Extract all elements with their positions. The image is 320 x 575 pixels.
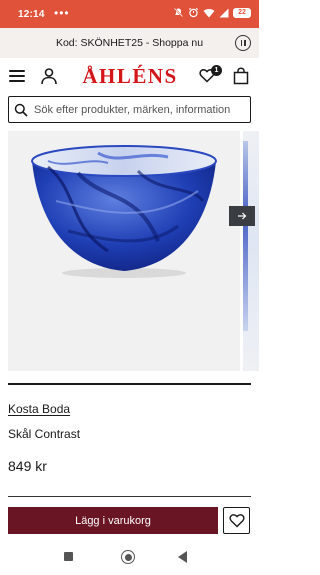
brand-link[interactable]: Kosta Boda bbox=[8, 402, 70, 416]
battery-icon: 22 bbox=[233, 7, 251, 18]
status-icons: 22 bbox=[173, 7, 251, 18]
search-input[interactable] bbox=[34, 103, 244, 116]
promo-banner[interactable]: Kod: SKÖNHET25 - Shoppa nu bbox=[0, 28, 259, 58]
alarm-icon bbox=[188, 7, 199, 18]
product-price: 849 kr bbox=[8, 458, 47, 474]
pause-icon[interactable] bbox=[235, 35, 251, 51]
status-bar: 12:14 ••• 22 bbox=[0, 0, 259, 28]
triangle-recent-icon[interactable] bbox=[178, 551, 187, 563]
signal-icon bbox=[219, 8, 229, 17]
section-divider bbox=[8, 496, 251, 497]
heart-icon bbox=[228, 514, 245, 528]
wishlist-badge: 1 bbox=[211, 65, 222, 76]
promo-text[interactable]: Kod: SKÖNHET25 - Shoppa nu bbox=[56, 37, 203, 49]
section-divider bbox=[8, 383, 251, 385]
product-image[interactable] bbox=[8, 131, 240, 371]
next-product-image[interactable] bbox=[243, 131, 259, 371]
wishlist-button[interactable] bbox=[223, 507, 250, 534]
bag-icon[interactable] bbox=[233, 67, 249, 85]
blue-bowl-image bbox=[31, 145, 217, 278]
system-nav-bar bbox=[0, 540, 259, 575]
square-back-icon[interactable] bbox=[64, 552, 73, 561]
menu-icon[interactable] bbox=[9, 70, 25, 82]
circle-home-icon[interactable] bbox=[121, 550, 135, 564]
wifi-icon bbox=[203, 8, 215, 17]
user-icon[interactable] bbox=[40, 67, 58, 85]
product-name: Skål Contrast bbox=[8, 427, 81, 441]
add-to-cart-button[interactable]: Lägg i varukorg bbox=[8, 507, 218, 534]
search-bar[interactable] bbox=[8, 96, 251, 123]
arrow-right-icon[interactable] bbox=[229, 206, 255, 226]
notification-dots: ••• bbox=[54, 6, 70, 20]
status-time: 12:14 bbox=[18, 9, 45, 20]
search-icon bbox=[14, 103, 28, 117]
product-gallery[interactable] bbox=[0, 131, 259, 371]
site-logo[interactable]: ÅHLÉNS bbox=[80, 64, 180, 89]
mute-icon bbox=[173, 7, 184, 18]
site-header: ÅHLÉNS 1 bbox=[0, 58, 259, 96]
